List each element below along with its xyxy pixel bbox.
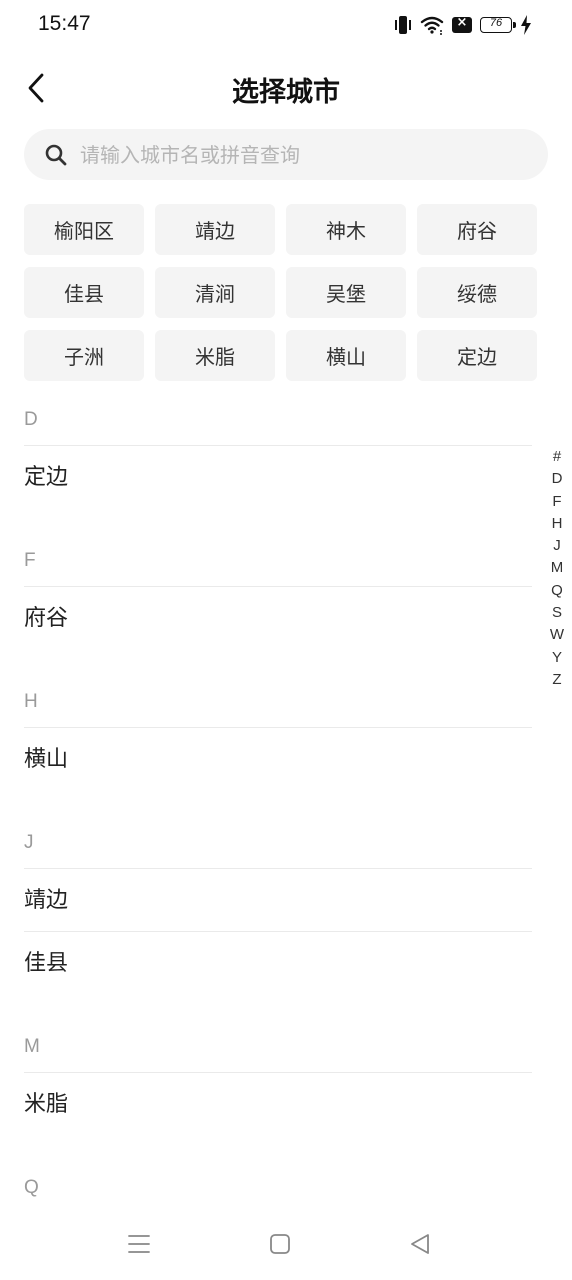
index-letter[interactable]: J [546,535,568,557]
hot-city-chip[interactable]: 佳县 [24,267,144,318]
city-row[interactable]: 府谷 [24,587,532,649]
hot-city-chip[interactable]: 榆阳区 [24,204,144,255]
index-letter[interactable]: Y [546,647,568,669]
status-bar: 15:47 × 76 [0,0,572,52]
hot-city-chip[interactable]: 靖边 [155,204,275,255]
charging-bolt-icon [521,15,531,35]
index-letter[interactable]: W [546,624,568,646]
hot-city-chip[interactable]: 横山 [286,330,406,381]
vibrate-icon [394,15,412,35]
index-letter[interactable]: H [546,513,568,535]
system-nav-bar [0,1208,572,1280]
hot-city-chip[interactable]: 吴堡 [286,267,406,318]
hot-city-chip[interactable]: 子洲 [24,330,144,381]
hot-city-chip[interactable]: 清涧 [155,267,275,318]
hot-city-chip[interactable]: 府谷 [417,204,537,255]
index-letter[interactable]: M [546,557,568,579]
section-header-h: H [24,677,532,728]
header: 选择城市 [0,60,572,116]
search-box[interactable] [24,129,548,180]
city-row[interactable]: 靖边 [24,869,532,932]
page-title: 选择城市 [232,77,340,108]
home-square-icon [270,1234,290,1254]
index-letter[interactable]: D [546,468,568,490]
system-back-button[interactable] [400,1228,440,1260]
hot-city-chip[interactable]: 神木 [286,204,406,255]
index-letter[interactable]: Q [546,580,568,602]
city-list: D 定边 F 府谷 H 横山 J 靖边 佳县 M 米脂 Q [24,395,532,1214]
city-row[interactable]: 定边 [24,446,532,508]
index-letter[interactable]: Z [546,669,568,691]
city-row[interactable]: 横山 [24,728,532,790]
section-header-q: Q [24,1163,532,1214]
menu-icon [128,1235,150,1253]
section-header-f: F [24,536,532,587]
hot-cities-grid: 榆阳区 靖边 神木 府谷 佳县 清涧 吴堡 绥德 子洲 米脂 横山 定边 [24,204,537,381]
no-sim-icon: × [452,15,472,33]
search-icon [45,144,67,165]
section-header-m: M [24,1022,532,1073]
hot-city-chip[interactable]: 定边 [417,330,537,381]
city-row[interactable]: 佳县 [24,932,532,994]
section-header-j: J [24,818,532,869]
recent-apps-button[interactable] [119,1228,159,1260]
city-row[interactable]: 米脂 [24,1073,532,1135]
city-picker-screen: 15:47 × 76 选择城市 请输入城市名或拼音查询 榆阳区 靖边 神木 府谷… [0,0,572,1280]
search-input[interactable] [78,141,502,168]
home-button[interactable] [260,1228,300,1260]
wifi-icon [420,16,444,35]
status-icons: × 76 [394,14,532,36]
section-header-d: D [24,395,532,446]
back-triangle-icon [411,1234,429,1254]
battery-icon: 76 [480,17,516,33]
index-letter[interactable]: # [546,446,568,468]
battery-level: 76 [489,17,503,29]
alphabet-index-bar[interactable]: # D F H J M Q S W Y Z [546,446,568,691]
status-time: 15:47 [38,12,91,35]
index-letter[interactable]: S [546,602,568,624]
hot-city-chip[interactable]: 绥德 [417,267,537,318]
index-letter[interactable]: F [546,491,568,513]
hot-city-chip[interactable]: 米脂 [155,330,275,381]
